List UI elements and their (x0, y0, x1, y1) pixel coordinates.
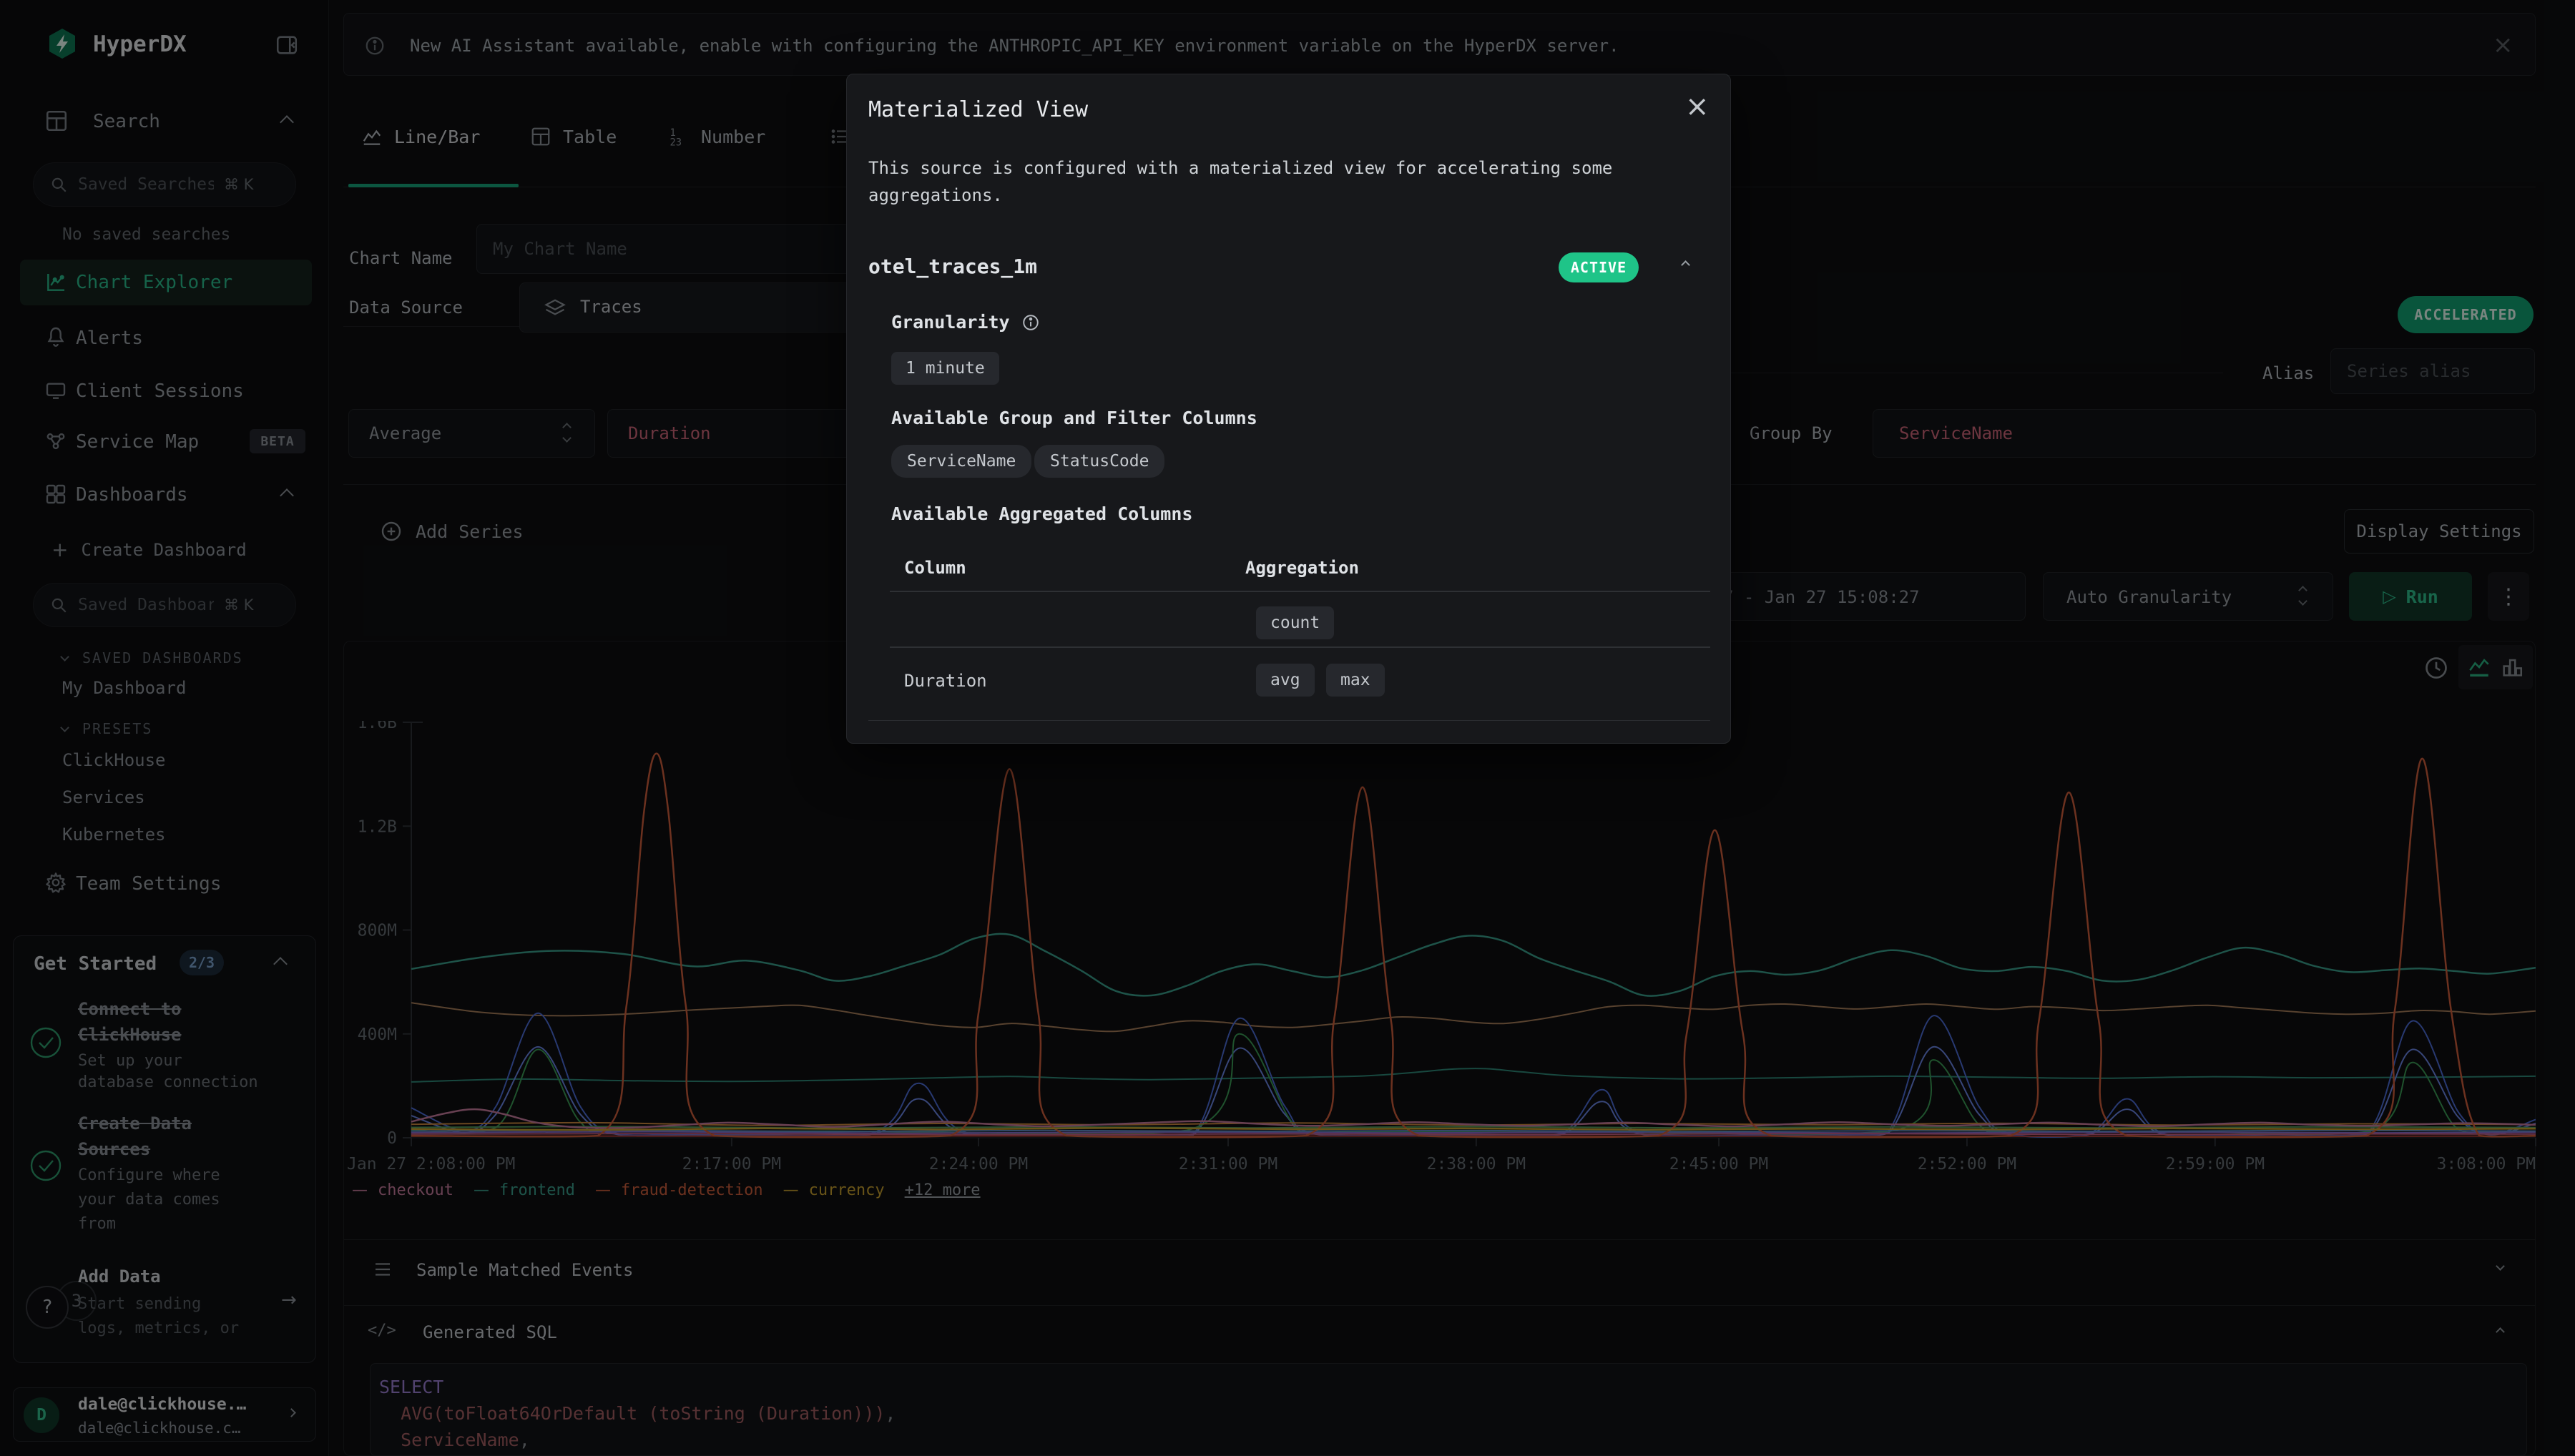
materialized-view-modal: Materialized View × This source is confi… (846, 74, 1731, 744)
view-collapse-chevron-icon[interactable] (1681, 260, 1690, 270)
group-filter-chip-statuscode: StatusCode (1034, 445, 1164, 478)
group-filter-heading: Available Group and Filter Columns (891, 408, 1257, 428)
modal-close-icon[interactable]: × (1685, 90, 1710, 123)
aggregation-chip-max: max (1326, 664, 1385, 697)
modal-title: Materialized View (868, 97, 1088, 122)
aggregated-heading: Available Aggregated Columns (891, 503, 1192, 524)
status-badge: ACTIVE (1559, 252, 1639, 282)
aggregation-chip-count: count (1256, 606, 1334, 639)
view-name: otel_traces_1m (868, 255, 1037, 278)
modal-bottom-divider (868, 720, 1710, 721)
table-cell-column: Duration (904, 671, 987, 691)
hyperdx-app: HyperDX Search ⌘ K No saved searches Cha… (0, 0, 2575, 1456)
table-row: Duration avg max (904, 656, 1710, 708)
table-row: count (904, 601, 1710, 646)
aggregation-chip-avg: avg (1256, 664, 1315, 697)
granularity-heading-row: Granularity (891, 312, 1040, 333)
group-filter-chip-servicename: ServiceName (891, 445, 1031, 478)
table-divider (890, 646, 1710, 648)
modal-description: This source is configured with a materia… (868, 154, 1634, 209)
table-column-header: Column (904, 558, 966, 578)
info-icon (1021, 313, 1040, 332)
granularity-chip: 1 minute (891, 352, 999, 385)
granularity-heading: Granularity (891, 312, 1010, 333)
table-divider (890, 591, 1710, 592)
table-aggregation-header: Aggregation (1245, 558, 1359, 578)
